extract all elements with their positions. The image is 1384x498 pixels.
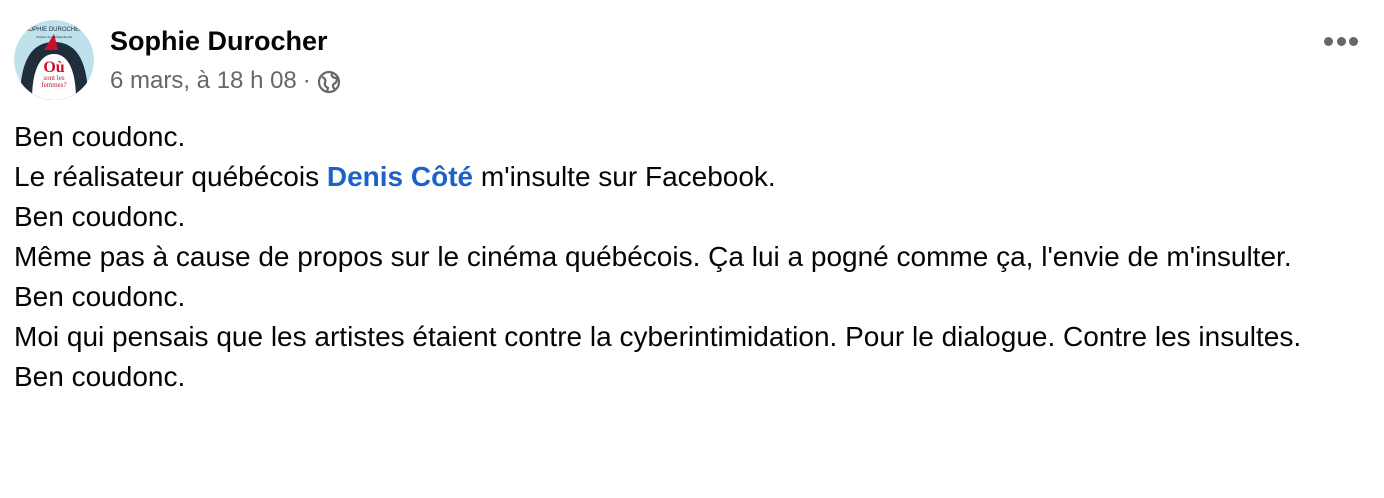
post-header: SOPHIE DUROCHER Préface de Nathalie Bond… — [14, 20, 1370, 104]
more-dot — [1324, 36, 1333, 46]
post-line: Ben coudonc. — [14, 201, 186, 232]
post-timestamp[interactable]: 6 mars, à 18 h 08 — [110, 66, 297, 96]
post-line: Même pas à cause de propos sur le cinéma… — [14, 241, 1292, 272]
avatar[interactable]: SOPHIE DUROCHER Préface de Nathalie Bond… — [14, 20, 94, 100]
avatar-logo-line3: femmes? — [41, 81, 66, 89]
post-meta: 6 mars, à 18 h 08 · — [110, 66, 341, 96]
post-line: Le réalisateur québécois Denis Côté m'in… — [14, 157, 1344, 197]
post-text: m'insulte sur Facebook. — [473, 161, 776, 192]
avatar-top-text: SOPHIE DUROCHER — [24, 27, 84, 33]
post-line: Ben coudonc. — [14, 281, 186, 312]
facebook-post: SOPHIE DUROCHER Préface de Nathalie Bond… — [0, 0, 1384, 498]
post-line: Moi qui pensais que les artistes étaient… — [14, 321, 1302, 352]
author-name[interactable]: Sophie Durocher — [110, 24, 328, 58]
avatar-image: SOPHIE DUROCHER Préface de Nathalie Bond… — [14, 20, 94, 100]
more-dot — [1336, 36, 1346, 46]
post-line: Ben coudonc. — [14, 121, 186, 152]
avatar-sub-text: Préface de Nathalie Bondil — [36, 35, 72, 39]
mention-link[interactable]: Denis Côté — [327, 161, 473, 192]
globe-icon[interactable] — [317, 70, 341, 94]
post-text: Le réalisateur québécois — [14, 161, 327, 192]
more-options-icon[interactable] — [1324, 36, 1358, 46]
more-dot — [1349, 36, 1358, 46]
post-body: Ben coudonc. Le réalisateur québécois De… — [14, 117, 1344, 397]
post-line: Ben coudonc. — [14, 361, 186, 392]
meta-separator: · — [302, 67, 311, 94]
